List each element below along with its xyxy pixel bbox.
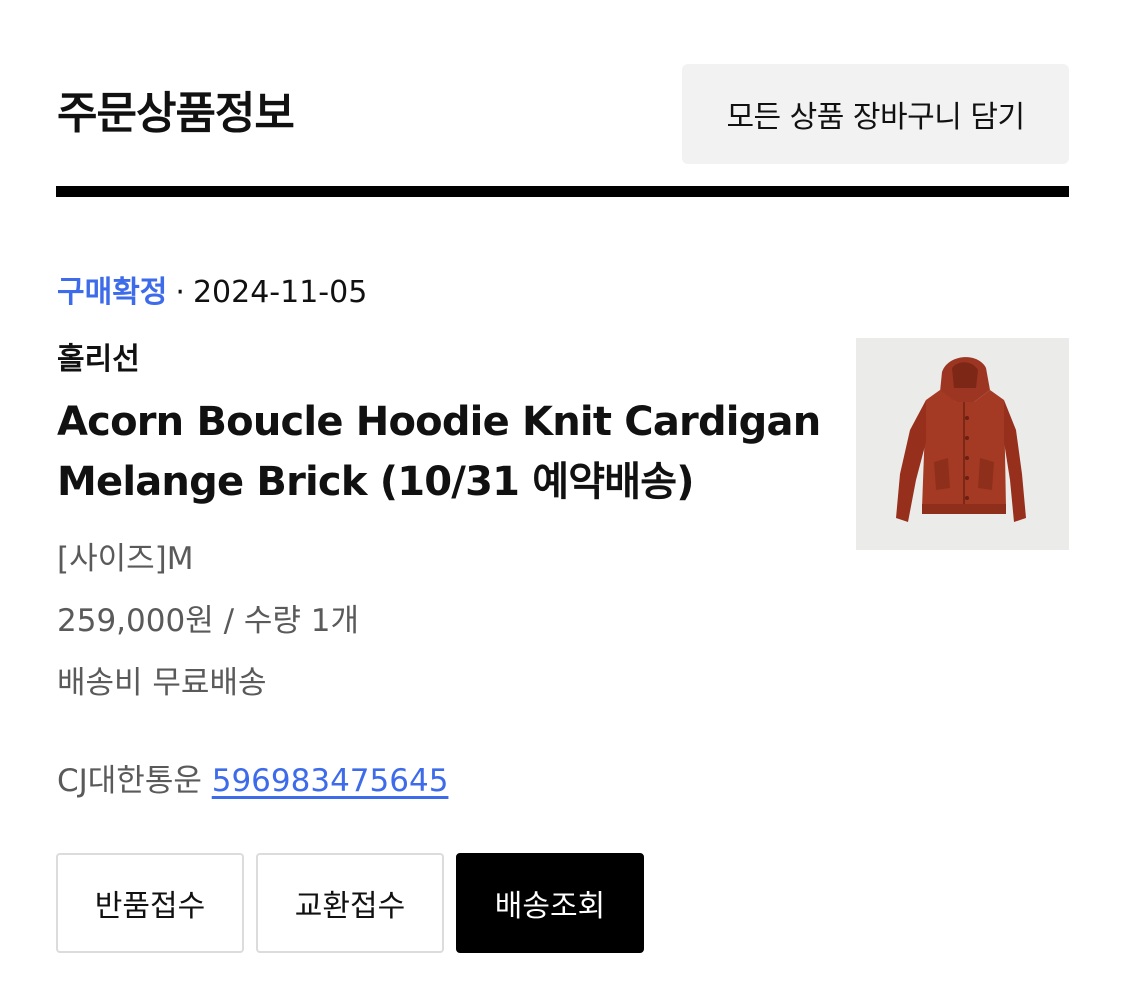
status-separator: · bbox=[175, 275, 185, 310]
product-thumbnail[interactable] bbox=[856, 338, 1069, 550]
add-all-to-cart-button[interactable]: 모든 상품 장바구니 담기 bbox=[682, 64, 1069, 164]
return-request-button[interactable]: 반품접수 bbox=[56, 853, 244, 953]
brand-name[interactable]: 홀리선 bbox=[57, 340, 140, 380]
hoodie-cardigan-product-image bbox=[856, 338, 1069, 550]
exchange-request-button[interactable]: 교환접수 bbox=[256, 853, 444, 953]
product-name[interactable]: Acorn Boucle Hoodie Knit Cardigan Melang… bbox=[57, 392, 827, 512]
tracking-info: CJ대한통운 596983475645 bbox=[57, 760, 448, 802]
order-items-header: 주문상품정보 모든 상품 장바구니 담기 bbox=[57, 64, 1069, 164]
price-quantity: 259,000원 / 수량 1개 bbox=[57, 603, 360, 639]
shipping-fee: 배송비 무료배송 bbox=[57, 665, 267, 701]
product-option: [사이즈]M bbox=[57, 541, 194, 577]
courier-name: CJ대한통운 bbox=[57, 763, 202, 799]
track-delivery-button[interactable]: 배송조회 bbox=[456, 853, 644, 953]
order-status-badge: 구매확정 bbox=[57, 275, 168, 310]
section-divider bbox=[56, 186, 1069, 197]
order-status-line: 구매확정 · 2024-11-05 bbox=[57, 272, 367, 314]
tracking-number-link[interactable]: 596983475645 bbox=[212, 763, 449, 799]
order-date: 2024-11-05 bbox=[192, 275, 368, 310]
section-title: 주문상품정보 bbox=[57, 88, 295, 139]
